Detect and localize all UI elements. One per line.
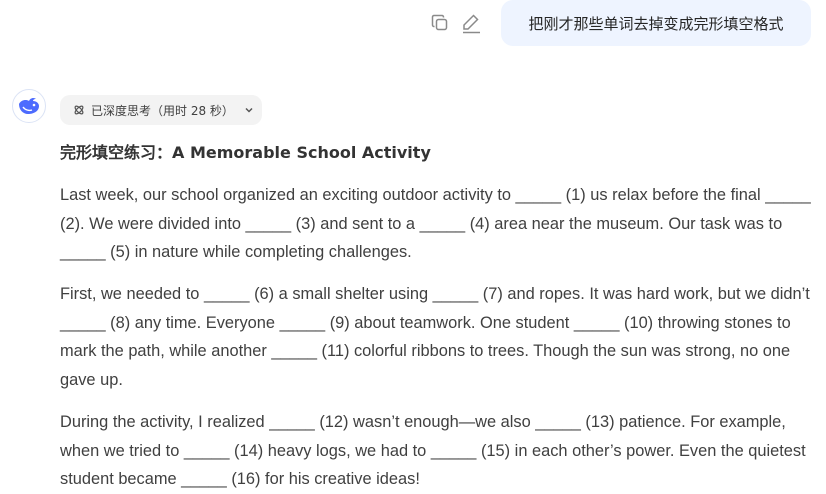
user-message-text: 把刚才那些单词去掉变成完形填空格式 <box>528 14 784 33</box>
copy-icon[interactable] <box>429 12 451 34</box>
user-message-bubble: 把刚才那些单词去掉变成完形填空格式 <box>501 0 811 46</box>
deep-think-icon <box>73 104 85 116</box>
response-heading: 完形填空练习：A Memorable School Activity <box>60 143 431 162</box>
thinking-toggle[interactable]: 已深度思考（用时 28 秒） <box>60 95 262 125</box>
assistant-avatar <box>12 89 46 123</box>
response-paragraph: Last week, our school organized an excit… <box>60 186 811 262</box>
response-paragraph: First, we needed to _____ (6) a small sh… <box>60 285 810 389</box>
message-actions-bar: 把刚才那些单词去掉变成完形填空格式 <box>0 0 826 50</box>
chevron-down-icon <box>244 105 254 115</box>
whale-logo-icon <box>19 97 39 114</box>
edit-icon[interactable] <box>460 12 482 34</box>
thinking-label: 已深度思考（用时 28 秒） <box>91 103 234 118</box>
